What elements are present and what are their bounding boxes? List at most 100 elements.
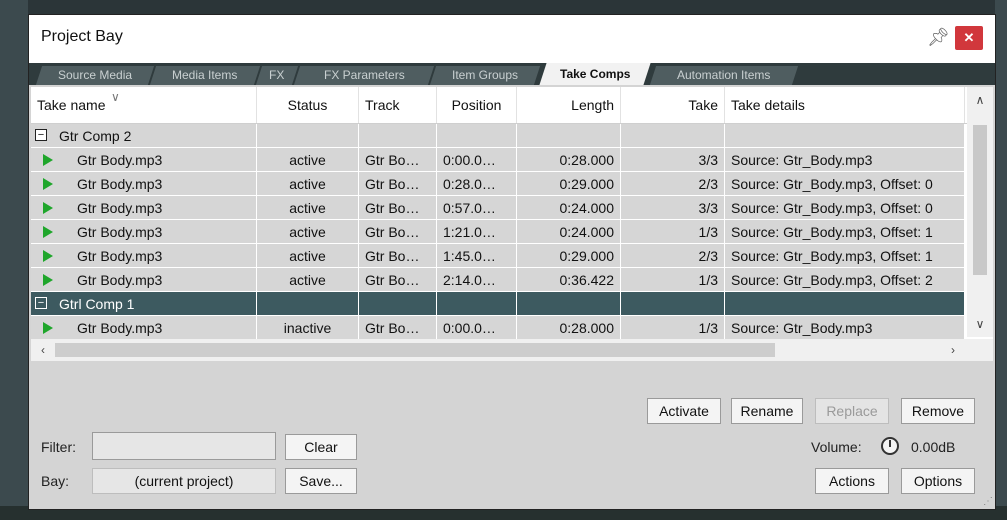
tab-fx[interactable]: FX <box>255 66 299 85</box>
title-bar[interactable]: Project Bay 📌︎ ✕ <box>29 15 995 63</box>
volume-knob-icon[interactable] <box>881 437 899 455</box>
bay-selector[interactable]: (current project) <box>92 468 276 494</box>
play-icon[interactable] <box>43 154 53 166</box>
tab-automation-items[interactable]: Automation Items <box>649 66 799 85</box>
tab-take-comps[interactable]: Take Comps <box>539 63 651 85</box>
filter-input[interactable] <box>92 432 276 460</box>
cell-track: Gtr Bo… <box>359 172 437 196</box>
cell-name: Gtr Body.mp3 <box>31 196 257 220</box>
scroll-right-icon[interactable]: › <box>943 341 963 359</box>
filter-label: Filter: <box>41 439 76 455</box>
play-icon[interactable] <box>43 226 53 238</box>
activate-button[interactable]: Activate <box>647 398 721 424</box>
scroll-up-icon[interactable]: ∧ <box>970 91 990 109</box>
resize-grip-icon[interactable]: ⋰ <box>983 497 993 507</box>
vertical-scroll-thumb[interactable] <box>973 125 987 275</box>
take-name: Gtr Body.mp3 <box>77 176 163 192</box>
cell-name: Gtr Body.mp3 <box>31 268 257 292</box>
cell-details: Source: Gtr_Body.mp3, Offset: 1 <box>725 244 965 268</box>
close-icon[interactable]: ✕ <box>955 26 983 50</box>
cell-position: 0:00.0… <box>437 316 517 340</box>
tab-media-items[interactable]: Media Items <box>149 66 261 85</box>
take-name: Gtr Body.mp3 <box>77 248 163 264</box>
bay-label: Bay: <box>41 473 70 489</box>
actions-button[interactable]: Actions <box>815 468 889 494</box>
col-take-name[interactable]: Take name ∨ <box>31 87 257 123</box>
cell-status: active <box>257 148 359 172</box>
take-comps-table[interactable]: Take name ∨ Status Track Position Length … <box>31 87 993 361</box>
table-row[interactable]: Gtr Body.mp3 inactive Gtr Bo… 0:00.0… 0:28.0… <box>31 316 965 340</box>
cell-length: 0:36.422 <box>517 268 621 292</box>
col-track[interactable]: Track <box>359 87 437 123</box>
play-icon[interactable] <box>43 322 53 334</box>
collapse-minus-icon[interactable]: − <box>35 129 47 141</box>
table-row[interactable]: Gtr Body.mp3 active Gtr Bo… 1:21.0… 0:24.000… <box>31 220 965 244</box>
group-empty-cell <box>437 292 517 316</box>
tab-bar: Source Media Media Items FX FX Parameter… <box>29 63 995 85</box>
remove-button[interactable]: Remove <box>901 398 975 424</box>
group-empty-cell <box>257 292 359 316</box>
take-name: Gtr Body.mp3 <box>77 320 163 336</box>
play-icon[interactable] <box>43 250 53 262</box>
vertical-scrollbar[interactable]: ∧ ∨ <box>967 87 993 337</box>
play-icon[interactable] <box>43 274 53 286</box>
cell-track: Gtr Bo… <box>359 268 437 292</box>
tab-fx-parameters[interactable]: FX Parameters <box>293 66 435 85</box>
col-take[interactable]: Take <box>621 87 725 123</box>
table-row[interactable]: Gtr Body.mp3 activeGtr Bo…0:28.0…0:29.000… <box>31 172 965 196</box>
backdrop-right <box>995 0 1007 520</box>
cell-status: inactive <box>257 316 359 340</box>
cell-take: 2/3 <box>621 172 725 196</box>
table-row[interactable]: Gtr Body.mp3 active Gtr Bo… 0:57.0… 0:24.000… <box>31 196 965 220</box>
group-empty-cell <box>437 124 517 148</box>
scroll-down-icon[interactable]: ∨ <box>970 315 990 333</box>
scroll-left-icon[interactable]: ‹ <box>33 341 53 359</box>
take-name: Gtr Body.mp3 <box>77 152 163 168</box>
cell-take: 2/3 <box>621 244 725 268</box>
collapse-minus-icon[interactable]: − <box>35 297 47 309</box>
backdrop-left <box>0 0 28 520</box>
options-button[interactable]: Options <box>901 468 975 494</box>
col-take-details[interactable]: Take details <box>725 87 965 123</box>
group-row[interactable]: − Gtrl Comp 1 <box>31 292 965 316</box>
col-position[interactable]: Position <box>437 87 517 123</box>
rename-button[interactable]: Rename <box>731 398 803 424</box>
table-row[interactable]: Gtr Body.mp3 active Gtr Bo… 1:45.0… 0:29.000… <box>31 244 965 268</box>
play-icon[interactable] <box>43 178 53 190</box>
cell-take: 3/3 <box>621 196 725 220</box>
play-icon[interactable] <box>43 202 53 214</box>
group-empty-cell <box>725 124 965 148</box>
cell-take: 3/3 <box>621 148 725 172</box>
cell-details: Source: Gtr_Body.mp3, Offset: 0 <box>725 172 965 196</box>
cell-track: Gtr Bo… <box>359 220 437 244</box>
save-button[interactable]: Save... <box>285 468 357 494</box>
replace-button[interactable]: Replace <box>815 398 889 424</box>
col-length[interactable]: Length <box>517 87 621 123</box>
group-empty-cell <box>359 292 437 316</box>
cell-status: active <box>257 172 359 196</box>
sort-indicator-icon: ∨ <box>111 90 120 104</box>
table-row[interactable]: Gtr Body.mp3 active Gtr Bo… 2:14.0… 0:36.422… <box>31 268 965 292</box>
cell-name: Gtr Body.mp3 <box>31 172 257 196</box>
group-empty-cell <box>621 124 725 148</box>
cell-track: Gtr Bo… <box>359 316 437 340</box>
col-status[interactable]: Status <box>257 87 359 123</box>
pin-icon[interactable]: 📌︎ <box>927 25 950 49</box>
cell-position: 2:14.0… <box>437 268 517 292</box>
cell-details: Source: Gtr_Body.mp3, Offset: 1 <box>725 220 965 244</box>
group-name: Gtr Comp 2 <box>59 128 132 144</box>
table-row[interactable]: Gtr Body.mp3 active Gtr Bo… 0:00.0… 0:28.000… <box>31 148 965 172</box>
cell-position: 0:28.0… <box>437 172 517 196</box>
group-row[interactable]: − Gtr Comp 2 <box>31 124 965 148</box>
clear-button[interactable]: Clear <box>285 434 357 460</box>
cell-length: 0:28.000 <box>517 316 621 340</box>
horizontal-scrollbar[interactable]: ‹ › <box>31 339 993 361</box>
tab-item-groups[interactable]: Item Groups <box>429 66 541 85</box>
group-empty-cell <box>517 292 621 316</box>
cell-details: Source: Gtr_Body.mp3 <box>725 316 965 340</box>
tab-source-media[interactable]: Source Media <box>35 66 155 85</box>
group-empty-cell <box>621 292 725 316</box>
cell-position: 1:45.0… <box>437 244 517 268</box>
horizontal-scroll-thumb[interactable] <box>55 343 775 357</box>
volume-value: 0.00dB <box>911 439 956 455</box>
